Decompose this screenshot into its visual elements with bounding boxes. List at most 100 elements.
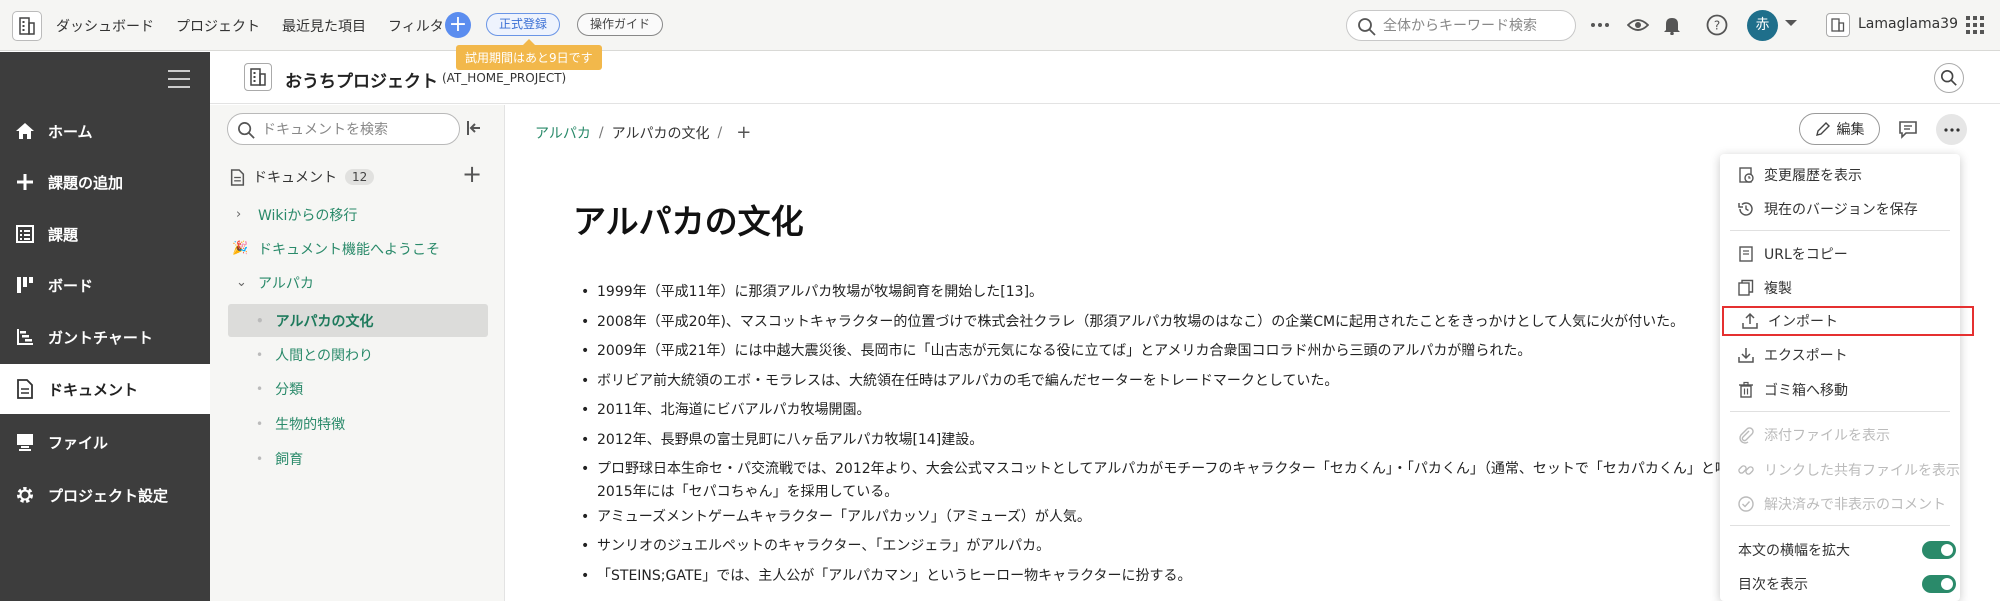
menu-item-move-to-trash[interactable]: ゴミ箱へ移動 bbox=[1720, 375, 1960, 405]
list-item: 2009年（平成21年）には中越大震災後、長岡市に「山古志が元気になる役に立てば… bbox=[575, 337, 1740, 367]
notification-bell-icon[interactable] bbox=[1660, 13, 1684, 37]
watch-eye-icon[interactable] bbox=[1626, 13, 1650, 37]
more-dots-icon[interactable] bbox=[1588, 13, 1612, 37]
nav-dashboard[interactable]: ダッシュボード bbox=[56, 16, 154, 36]
project-search-icon[interactable] bbox=[1934, 63, 1964, 93]
table-of-contents-toggle[interactable] bbox=[1922, 575, 1956, 593]
tree-item-label: Wikiからの移行 bbox=[258, 207, 358, 224]
sidebar-item-label: ドキュメント bbox=[48, 380, 139, 399]
menu-item-label: 解決済みで非表示のコメント bbox=[1764, 497, 1946, 513]
nav-recent-items[interactable]: 最近見た項目 bbox=[282, 16, 366, 36]
project-key: (AT_HOME_PROJECT) bbox=[442, 71, 567, 85]
copy-url-icon bbox=[1736, 244, 1756, 264]
sidebar-item-label: 課題 bbox=[48, 225, 79, 244]
toggle-label: 本文の横幅を拡大 bbox=[1738, 543, 1850, 559]
nav-projects[interactable]: プロジェクト bbox=[176, 16, 260, 36]
gantt-icon bbox=[14, 326, 36, 348]
document-tree-heading: ドキュメント 12 bbox=[230, 167, 375, 187]
history-icon bbox=[1736, 165, 1756, 185]
menu-item-label: 現在のバージョンを保存 bbox=[1764, 202, 1918, 218]
tree-item-wiki-migration[interactable]: › Wikiからの移行 bbox=[228, 198, 488, 231]
list-item: アミューズメントゲームキャラクター「アルパカッソ」（アミューズ）が人気。 bbox=[575, 503, 1740, 533]
tree-item-label: 分類 bbox=[275, 381, 304, 398]
sidebar-item-gantt[interactable]: ガントチャート bbox=[0, 312, 210, 362]
menu-item-label: リンクした共有ファイルを表示 bbox=[1764, 463, 1960, 479]
menu-item-import[interactable]: インポート bbox=[1722, 306, 1974, 336]
edit-button[interactable]: 編集 bbox=[1799, 113, 1880, 145]
hamburger-menu-icon[interactable] bbox=[168, 70, 190, 88]
breadcrumb: アルパカ / アルパカの文化 / + bbox=[535, 122, 751, 143]
chevron-right-icon[interactable]: › bbox=[236, 207, 252, 222]
add-child-plus-icon[interactable]: + bbox=[736, 122, 751, 143]
menu-item-export[interactable]: エクスポート bbox=[1720, 340, 1960, 370]
menu-divider bbox=[1730, 525, 1950, 526]
comment-icon[interactable] bbox=[1897, 118, 1919, 140]
svg-text:?: ? bbox=[1714, 19, 1720, 33]
tree-item-classification[interactable]: 分類 bbox=[228, 372, 488, 405]
sidebar-item-board[interactable]: ボード bbox=[0, 260, 210, 310]
global-search-box[interactable] bbox=[1346, 10, 1576, 41]
tree-item-breeding[interactable]: 飼育 bbox=[228, 442, 488, 475]
chevron-down-icon[interactable]: ⌄ bbox=[236, 275, 252, 290]
menu-divider bbox=[1730, 411, 1950, 412]
toggle-row-wide-body: 本文の横幅を拡大 bbox=[1720, 535, 1960, 565]
register-button[interactable]: 正式登録 bbox=[486, 13, 561, 36]
collapse-panel-icon[interactable] bbox=[465, 119, 485, 139]
more-dots-icon bbox=[1943, 127, 1960, 132]
global-search-input[interactable] bbox=[1383, 16, 1563, 36]
user-menu-chevron-down-icon[interactable] bbox=[1785, 20, 1797, 32]
tree-item-label: 生物的特徴 bbox=[275, 416, 346, 433]
space-name[interactable]: Lamaglama39 bbox=[1858, 16, 1958, 32]
space-building-icon[interactable] bbox=[1826, 13, 1850, 37]
sidebar-item-add-issue[interactable]: 課題の追加 bbox=[0, 157, 210, 207]
search-icon bbox=[1358, 18, 1376, 36]
user-avatar[interactable]: 赤 bbox=[1747, 10, 1778, 41]
sidebar-item-home[interactable]: ホーム bbox=[0, 106, 210, 156]
add-document-plus-icon[interactable]: + bbox=[462, 162, 482, 186]
help-question-icon[interactable]: ? bbox=[1705, 13, 1729, 37]
breadcrumb-separator: / bbox=[717, 124, 723, 141]
wide-body-toggle[interactable] bbox=[1922, 541, 1956, 559]
document-search-input[interactable] bbox=[262, 120, 452, 140]
list-item: 2012年、長野県の富士見町に八ヶ岳アルパカ牧場[14]建設。 bbox=[575, 426, 1740, 456]
sidebar-item-label: ファイル bbox=[48, 433, 109, 452]
app-grid-icon[interactable] bbox=[1966, 16, 1984, 34]
list-icon bbox=[14, 223, 36, 245]
guide-button[interactable]: 操作ガイド bbox=[577, 13, 664, 36]
list-item: 2011年、北海道にビバアルパカ牧場開園。 bbox=[575, 396, 1740, 426]
tree-item-alpaca-culture[interactable]: アルパカの文化 bbox=[228, 304, 488, 337]
breadcrumb-parent-link[interactable]: アルパカ bbox=[535, 123, 591, 143]
sidebar-item-files[interactable]: ファイル bbox=[0, 417, 210, 467]
menu-item-save-version[interactable]: 現在のバージョンを保存 bbox=[1720, 194, 1960, 224]
board-icon bbox=[14, 274, 36, 296]
backlog-logo-icon[interactable] bbox=[12, 11, 42, 41]
nav-filters[interactable]: フィルタ bbox=[388, 16, 444, 36]
menu-item-view-history[interactable]: 変更履歴を表示 bbox=[1720, 160, 1960, 190]
party-popper-icon: 🎉 bbox=[232, 241, 249, 256]
tree-item-human-relations[interactable]: 人間との関わり bbox=[228, 338, 488, 371]
save-version-icon bbox=[1736, 199, 1756, 219]
menu-item-view-linked-files: リンクした共有ファイルを表示 bbox=[1720, 455, 1960, 485]
edit-button-label: 編集 bbox=[1836, 122, 1865, 138]
document-count-badge: 12 bbox=[345, 169, 375, 185]
project-title[interactable]: おうちプロジェクト bbox=[285, 67, 438, 92]
menu-item-copy-url[interactable]: URLをコピー bbox=[1720, 239, 1960, 269]
document-tree-title: ドキュメント bbox=[253, 170, 337, 186]
menu-item-resolved-comments: 解決済みで非表示のコメント bbox=[1720, 489, 1960, 519]
sidebar-item-label: プロジェクト設定 bbox=[48, 486, 169, 505]
tree-item-biology[interactable]: 生物的特徴 bbox=[228, 407, 488, 440]
tree-item-alpaca[interactable]: ⌄ アルパカ bbox=[228, 266, 488, 299]
sidebar-item-label: 課題の追加 bbox=[48, 173, 124, 192]
document-search-box[interactable] bbox=[227, 113, 460, 145]
menu-item-duplicate[interactable]: 複製 bbox=[1720, 273, 1960, 303]
tree-item-welcome[interactable]: 🎉 ドキュメント機能へようこそ bbox=[228, 232, 488, 265]
trial-period-tooltip: 試用期間はあと9日です bbox=[456, 39, 602, 70]
quick-add-plus-icon[interactable]: + bbox=[445, 12, 471, 38]
document-options-menu: 変更履歴を表示 現在のバージョンを保存 URLをコピー 複製 インポート エクス… bbox=[1720, 154, 1974, 601]
tree-item-label: 人間との関わり bbox=[275, 347, 373, 364]
menu-item-label: 変更履歴を表示 bbox=[1764, 168, 1862, 184]
sidebar-item-documents[interactable]: ドキュメント bbox=[0, 364, 210, 414]
more-options-button[interactable] bbox=[1936, 114, 1967, 145]
sidebar-item-project-settings[interactable]: プロジェクト設定 bbox=[0, 470, 210, 520]
sidebar-item-issues[interactable]: 課題 bbox=[0, 209, 210, 259]
